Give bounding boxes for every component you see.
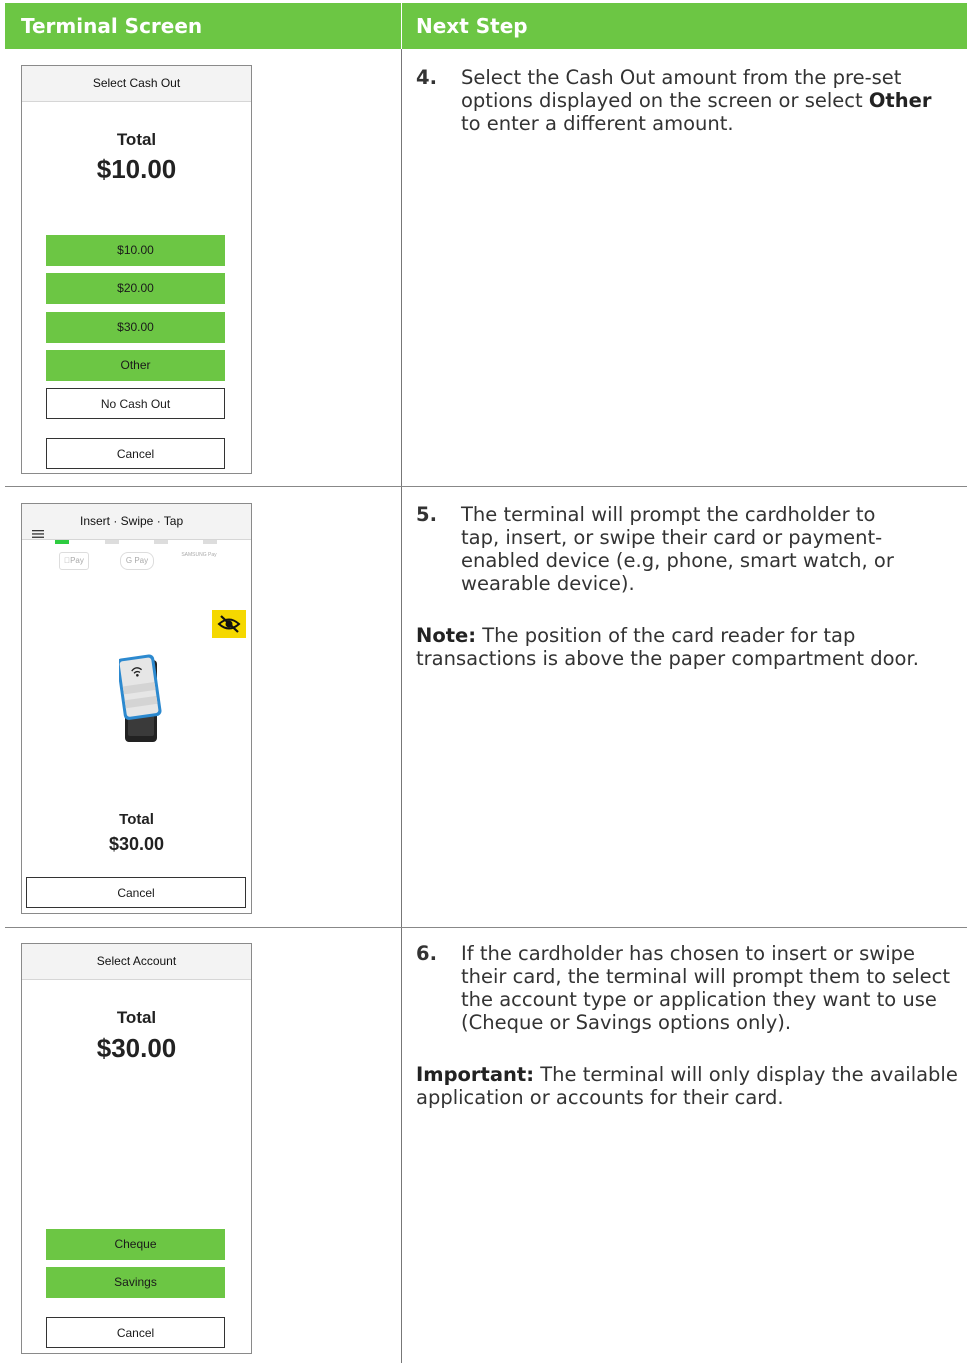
step-number: 6.: [416, 942, 437, 965]
step-4: 4. Select the Cash Out amount from the p…: [416, 66, 956, 141]
header-terminal-screen: Terminal Screen: [21, 14, 203, 38]
hamburger-menu-icon[interactable]: [32, 517, 44, 538]
row-divider: [5, 486, 967, 487]
terminal-screen-insert-swipe-tap: Insert · Swipe · Tap Pay G Pay SAMSUNG …: [21, 503, 252, 914]
savings-button[interactable]: Savings: [46, 1267, 225, 1298]
total-label: Total: [116, 130, 157, 149]
step-number: 5.: [416, 503, 437, 526]
screen-title: Select Account: [22, 944, 251, 980]
important-paragraph: Important: The terminal will only displa…: [416, 1063, 958, 1109]
total-amount: $10.00: [96, 154, 177, 184]
apple-pay-icon: Pay: [59, 552, 89, 570]
step-text: The terminal will prompt the cardholder …: [461, 503, 894, 595]
step-5: 5. The terminal will prompt the cardhold…: [416, 503, 956, 598]
terminal-screen-select-account: Select Account Total $30.00 Cheque Savin…: [21, 943, 252, 1354]
table-header: Terminal Screen Next Step: [5, 3, 967, 49]
progress-indicator-active: [55, 540, 69, 544]
progress-indicator: [203, 540, 217, 544]
total-amount: $30.00: [108, 834, 165, 854]
screen-title: Insert · Swipe · Tap: [80, 514, 184, 528]
header-next-step: Next Step: [416, 14, 528, 38]
screen-title-bar: Insert · Swipe · Tap: [22, 504, 251, 540]
cash-option-30-button[interactable]: $30.00: [46, 312, 225, 343]
cancel-button[interactable]: Cancel: [26, 877, 246, 908]
note-paragraph: Note: The position of the card reader fo…: [416, 624, 919, 670]
tap-to-pay-phone-icon: [116, 654, 167, 746]
progress-indicator: [105, 540, 119, 544]
screen-title: Select Cash Out: [22, 66, 251, 102]
total-amount: $30.00: [96, 1033, 177, 1063]
no-cash-out-button[interactable]: No Cash Out: [46, 388, 225, 419]
progress-indicator: [154, 540, 168, 544]
google-pay-icon: G Pay: [120, 552, 154, 570]
step-text: Select the Cash Out amount from the pre-…: [461, 66, 932, 135]
eye-slash-icon[interactable]: [212, 610, 246, 638]
cash-option-other-button[interactable]: Other: [46, 350, 225, 381]
cash-option-20-button[interactable]: $20.00: [46, 273, 225, 304]
header-divider: [401, 3, 402, 49]
step-number: 4.: [416, 66, 437, 89]
step-text: If the cardholder has chosen to insert o…: [461, 942, 951, 1034]
total-label: Total: [116, 1008, 157, 1027]
column-divider: [401, 49, 402, 1363]
samsung-pay-icon: SAMSUNG Pay: [181, 552, 217, 558]
total-label: Total: [119, 811, 154, 828]
terminal-screen-select-cash-out: Select Cash Out Total $10.00 $10.00 $20.…: [21, 65, 252, 474]
row-divider: [5, 927, 967, 928]
cheque-button[interactable]: Cheque: [46, 1229, 225, 1260]
cancel-button[interactable]: Cancel: [46, 438, 225, 469]
step-6: 6. If the cardholder has chosen to inser…: [416, 942, 956, 1037]
cancel-button[interactable]: Cancel: [46, 1317, 225, 1348]
cash-option-10-button[interactable]: $10.00: [46, 235, 225, 266]
